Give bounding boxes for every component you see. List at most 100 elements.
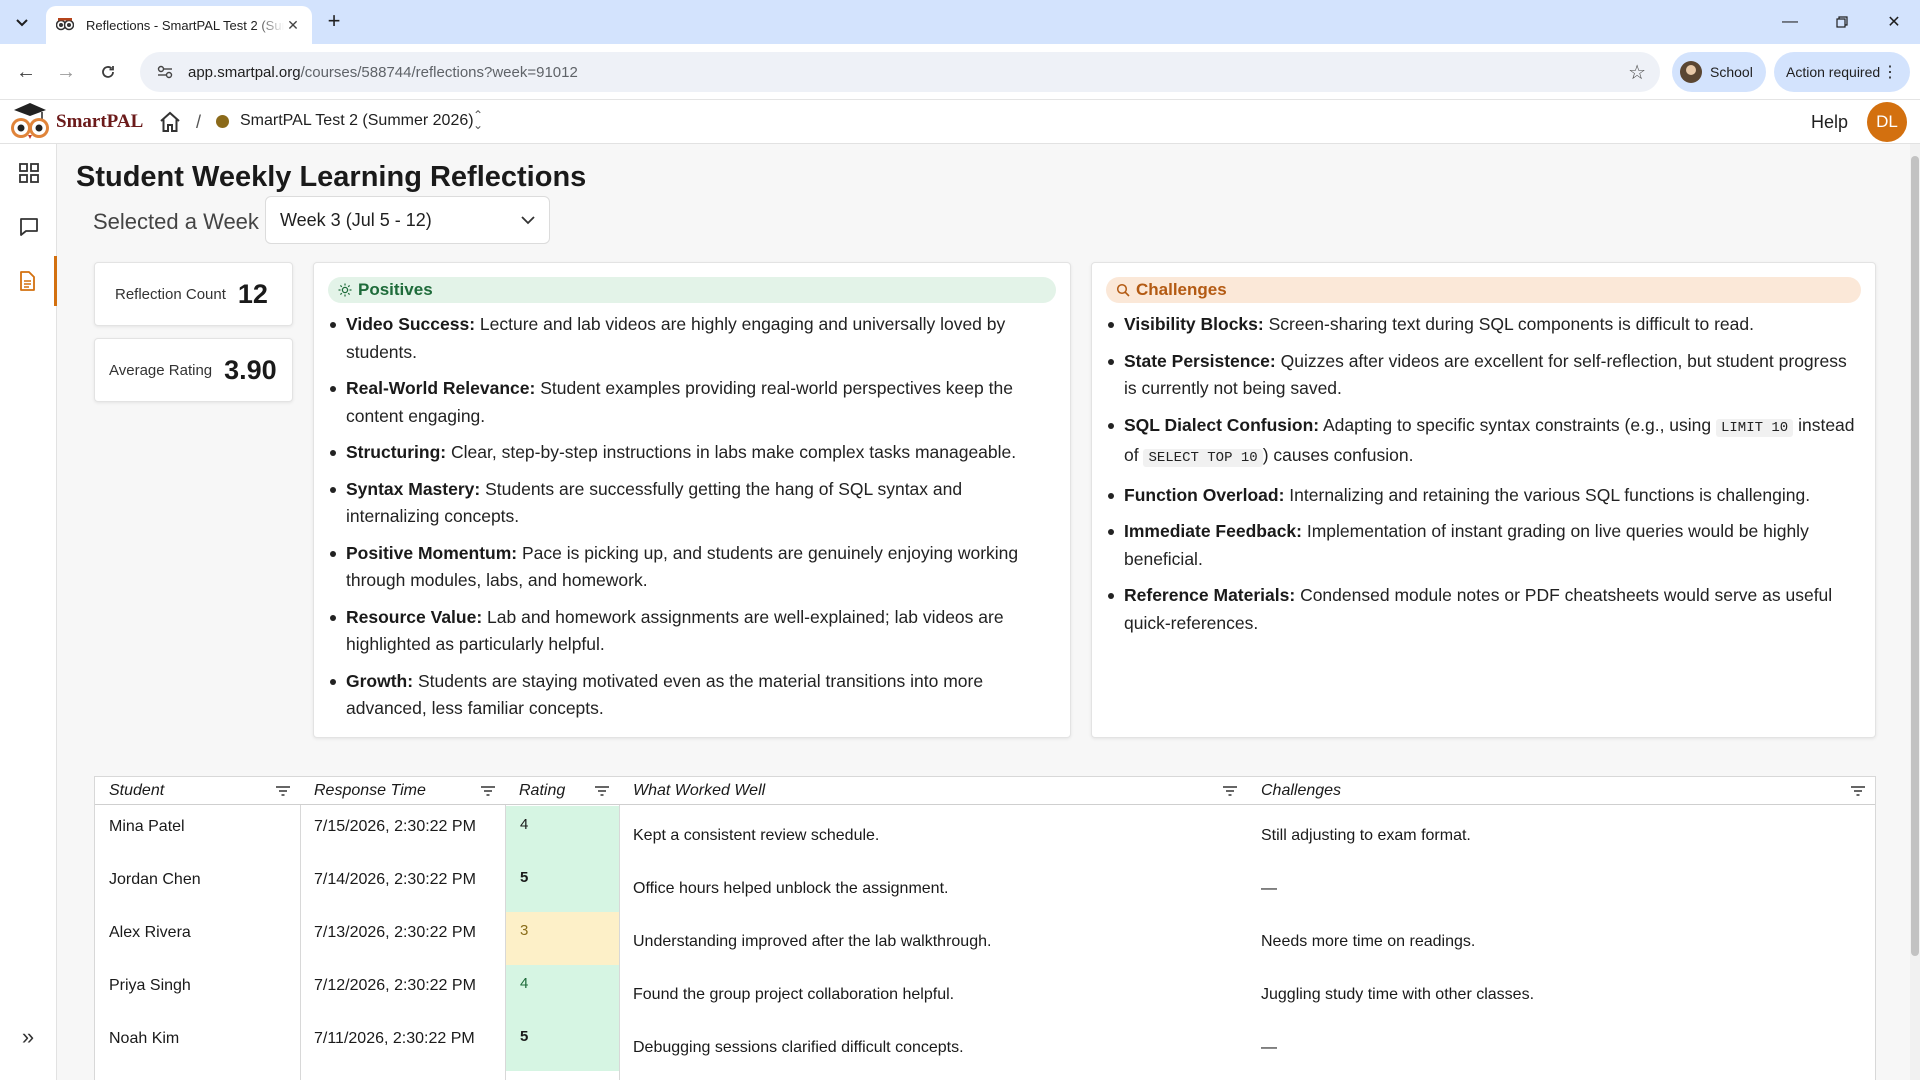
positives-item: Growth: Students are staying motivated e… <box>328 668 1056 723</box>
positives-heading: Positives <box>328 277 1056 303</box>
chevron-down-icon <box>16 19 28 27</box>
rail-item-dashboard[interactable] <box>0 148 57 198</box>
week-select-label: Selected a Week <box>93 209 259 234</box>
challenges-heading: Challenges <box>1106 277 1861 303</box>
item-text: Students are staying motivated even as t… <box>346 670 984 719</box>
page-title: Student Weekly Learning Reflections <box>76 161 587 193</box>
item-text: Adapting to specific syntax constraints … <box>1319 414 1716 435</box>
url-text: app.smartpal.org/courses/588744/reflecti… <box>188 64 1628 81</box>
week-select[interactable]: Week 3 (Jul 5 - 12) <box>265 196 550 244</box>
table-row[interactable]: Priya Singh 7/12/2026, 2:30:22 PM 4 Foun… <box>95 965 1875 1018</box>
expand-sidebar-icon[interactable]: » <box>14 1024 42 1052</box>
table-row[interactable]: Jordan Chen 7/14/2026, 2:30:22 PM 5 Offi… <box>95 859 1875 912</box>
bookmark-star-icon[interactable]: ☆ <box>1628 60 1646 85</box>
item-text: ) causes confusion. <box>1262 445 1414 465</box>
new-tab-button[interactable]: + <box>322 10 346 34</box>
chat-bubble-icon <box>19 218 38 236</box>
browser-tab-active[interactable]: Reflections - SmartPAL Test 2 (Summer 20… <box>46 6 312 44</box>
reflection-count-label: Reflection Count <box>115 285 226 303</box>
cell-response-time: 7/12/2026, 2:30:22 PM <box>314 977 476 994</box>
table-row[interactable]: Alex Rivera 7/13/2026, 2:30:22 PM 3 Unde… <box>95 912 1875 965</box>
item-title: State Persistence: <box>1124 350 1276 371</box>
filter-icon[interactable] <box>1851 786 1865 796</box>
site-settings-icon[interactable] <box>154 61 176 83</box>
reflections-table: Student Response Time Rating What Worked… <box>94 776 1876 1080</box>
item-title: Real-World Relevance: <box>346 378 536 398</box>
positives-list: Video Success: Lecture and lab videos ar… <box>328 311 1056 723</box>
positives-item: Video Success: Lecture and lab videos ar… <box>328 311 1056 366</box>
cell-student: Priya Singh <box>109 977 191 994</box>
cell-student: Mina Patel <box>109 818 185 835</box>
rail-item-reflections[interactable] <box>0 256 57 306</box>
column-header-what-worked-well[interactable]: What Worked Well <box>619 777 1247 805</box>
cell-student: Jordan Chen <box>109 871 201 888</box>
app-header: SmartPAL / SmartPAL Test 2 (Summer 2026)… <box>0 100 1920 144</box>
minimize-icon[interactable]: — <box>1770 8 1810 36</box>
filter-icon[interactable] <box>276 786 290 796</box>
cell-response-time: 7/13/2026, 2:30:22 PM <box>314 924 476 941</box>
cell-what-worked-well: Kept a consistent review schedule. <box>633 827 880 844</box>
cell-rating: 5 <box>506 1018 619 1071</box>
positives-item: Resource Value: Lab and homework assignm… <box>328 604 1056 659</box>
rail-item-messages[interactable] <box>0 202 57 252</box>
breadcrumb-separator: / <box>196 112 202 132</box>
profile-avatar <box>1680 61 1702 83</box>
column-header-student[interactable]: Student <box>95 777 300 805</box>
filter-icon[interactable] <box>595 786 609 796</box>
home-icon[interactable] <box>158 110 182 134</box>
item-title: Growth: <box>346 670 414 691</box>
item-text: Screen-sharing text during SQL component… <box>1263 314 1754 334</box>
cell-challenges: — <box>1261 880 1277 897</box>
item-title: Syntax Mastery: <box>346 478 481 499</box>
action-required-button[interactable]: Action required ⋮ <box>1774 52 1910 92</box>
column-header-response-time[interactable]: Response Time <box>300 777 505 805</box>
user-avatar[interactable]: DL <box>1867 102 1907 142</box>
cell-what-worked-well: Understanding improved after the lab wal… <box>633 933 992 950</box>
cell-student: Alex Rivera <box>109 924 191 941</box>
side-nav-rail: » <box>0 144 57 1080</box>
column-header-challenges[interactable]: Challenges <box>1247 777 1875 805</box>
item-title: Resource Value: <box>346 606 483 627</box>
reload-icon[interactable] <box>94 58 122 86</box>
table-row[interactable]: Mina Patel 7/15/2026, 2:30:22 PM 4 Kept … <box>95 806 1875 859</box>
cell-challenges: — <box>1261 1039 1277 1056</box>
cell-challenges: Needs more time on readings. <box>1261 933 1476 950</box>
cell-what-worked-well: Debugging sessions clarified difficult c… <box>633 1039 964 1056</box>
restore-icon[interactable] <box>1822 8 1862 36</box>
profile-button[interactable]: School <box>1672 52 1766 92</box>
back-arrow-icon[interactable]: ← <box>12 58 40 86</box>
challenges-item: State Persistence: Quizzes after videos … <box>1106 348 1861 403</box>
item-text: Clear, step-by-step instructions in labs… <box>446 442 1017 462</box>
course-name[interactable]: SmartPAL Test 2 (Summer 2026) <box>240 112 474 130</box>
column-header-label: Challenges <box>1261 782 1342 799</box>
page-scrollbar-thumb[interactable] <box>1911 156 1919 956</box>
column-header-label: Rating <box>519 782 566 799</box>
positives-item: Syntax Mastery: Students are successfull… <box>328 476 1056 531</box>
url-path: /courses/588744/reflections?week=91012 <box>300 63 578 81</box>
item-title: Visibility Blocks: <box>1124 314 1264 334</box>
close-icon[interactable]: ✕ <box>284 17 302 34</box>
close-window-icon[interactable]: ✕ <box>1874 8 1914 36</box>
challenges-item: SQL Dialect Confusion: Adapting to speci… <box>1106 412 1861 473</box>
challenges-list: Visibility Blocks: Screen-sharing text d… <box>1106 311 1861 637</box>
cell-what-worked-well: Office hours helped unblock the assignme… <box>633 880 949 897</box>
cell-challenges: Still adjusting to exam format. <box>1261 827 1471 844</box>
address-bar[interactable]: app.smartpal.org/courses/588744/reflecti… <box>140 52 1660 92</box>
chevron-up-down-icon[interactable]: ⌃ ⌄ <box>473 109 483 131</box>
filter-icon[interactable] <box>481 786 495 796</box>
cell-what-worked-well: Found the group project collaboration he… <box>633 986 955 1003</box>
column-header-label: Response Time <box>314 782 426 799</box>
filter-icon[interactable] <box>1223 786 1237 796</box>
table-header: Student Response Time Rating What Worked… <box>95 777 1875 805</box>
tab-search-button[interactable] <box>10 11 34 35</box>
help-link[interactable]: Help <box>1811 112 1848 133</box>
cell-response-time: 7/15/2026, 2:30:22 PM <box>314 818 476 835</box>
course-color-dot <box>216 115 229 128</box>
table-row[interactable]: Noah Kim 7/11/2026, 2:30:22 PM 5 Debuggi… <box>95 1018 1875 1071</box>
average-rating-card: Average Rating 3.90 <box>94 338 293 402</box>
forward-arrow-icon[interactable]: → <box>52 58 80 86</box>
smartpal-logo[interactable]: SmartPAL <box>8 102 143 142</box>
item-title: SQL Dialect Confusion: <box>1124 414 1320 435</box>
column-header-rating[interactable]: Rating <box>505 777 619 805</box>
cell-rating: 3 <box>506 912 619 965</box>
